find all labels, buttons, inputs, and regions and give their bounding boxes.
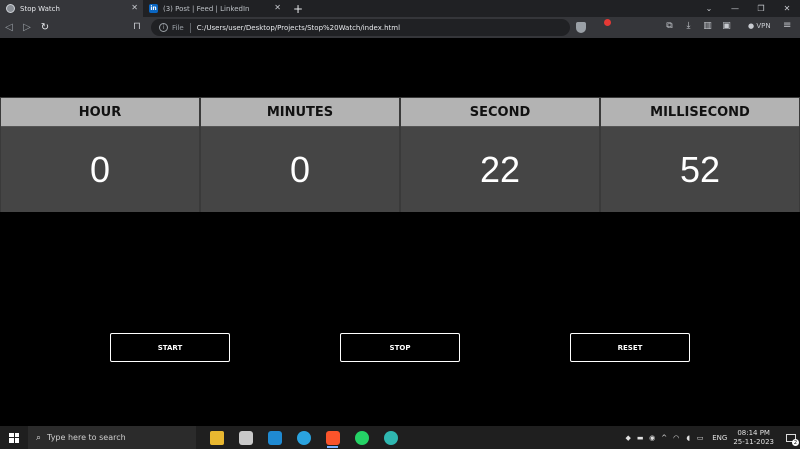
tab-search-icon[interactable]: ⌄ xyxy=(696,4,722,13)
page-content: HOUR 0 MINUTES 0 SECOND 22 MILLISECOND 5… xyxy=(0,38,800,426)
windows-logo-icon xyxy=(9,432,19,443)
extensions-icon[interactable]: ⧉ xyxy=(660,21,679,31)
bookmark-icon[interactable]: ⊓ xyxy=(133,21,141,32)
hour-value: 0 xyxy=(1,127,199,212)
close-tab-icon[interactable]: ✕ xyxy=(274,3,281,13)
tab-title: Stop Watch xyxy=(20,4,60,13)
tray-app-icon[interactable]: ◉ xyxy=(646,434,658,442)
info-icon[interactable]: i xyxy=(159,23,168,32)
stopwatch-display: HOUR 0 MINUTES 0 SECOND 22 MILLISECOND 5… xyxy=(0,97,800,212)
brave-rewards-icon[interactable] xyxy=(596,19,611,50)
tab-stop-watch[interactable]: Stop Watch ✕ xyxy=(0,0,143,17)
reset-button[interactable]: RESET xyxy=(570,333,690,362)
back-icon[interactable]: ◁ xyxy=(0,22,18,33)
minimize-icon[interactable]: — xyxy=(722,4,748,13)
minutes-value: 0 xyxy=(201,127,399,212)
clock-time: 08:14 PM xyxy=(737,428,770,437)
divider xyxy=(189,22,191,33)
language-indicator[interactable]: ENG xyxy=(712,434,727,442)
forward-icon[interactable]: ▷ xyxy=(18,22,36,33)
close-window-icon[interactable]: ✕ xyxy=(774,4,800,13)
millisecond-label: MILLISECOND xyxy=(601,98,799,127)
window-controls: ⌄ — ❐ ✕ xyxy=(696,0,800,17)
browser-tab-bar: Stop Watch ✕ in (3) Post | Feed | Linked… xyxy=(0,0,800,17)
sidebar-icon[interactable]: ▥ xyxy=(698,21,717,31)
second-label: SECOND xyxy=(401,98,599,127)
taskbar-search-box[interactable]: ⌕ Type here to search xyxy=(28,426,196,449)
edge-icon xyxy=(383,430,398,445)
notifications-button[interactable]: 2 xyxy=(782,426,800,449)
browser-toolbar: ◁ ▷ ↻ ⊓ i File C:/Users/user/Desktop/Pro… xyxy=(0,17,800,50)
brave-shield-icon[interactable] xyxy=(576,22,586,33)
second-panel: SECOND 22 xyxy=(400,97,600,212)
minutes-label: MINUTES xyxy=(201,98,399,127)
hour-panel: HOUR 0 xyxy=(0,97,200,212)
tray-app-icon[interactable]: ▬ xyxy=(634,434,646,442)
keyboard-icon[interactable]: ▭ xyxy=(694,434,706,442)
telegram-button[interactable] xyxy=(289,426,318,449)
menu-icon[interactable]: ≡ xyxy=(783,20,791,31)
volume-icon[interactable]: ◖ xyxy=(682,434,694,442)
wifi-icon[interactable]: ◠ xyxy=(670,434,682,442)
vpn-label: VPN xyxy=(756,22,771,30)
tab-linkedin[interactable]: in (3) Post | Feed | LinkedIn ✕ xyxy=(143,0,286,17)
close-tab-icon[interactable]: ✕ xyxy=(131,3,138,13)
system-tray: ◆ ▬ ◉ ^ ◠ ◖ ▭ ENG 08:14 PM 25-11-2023 2 xyxy=(622,426,800,449)
brave-icon xyxy=(325,430,340,445)
clock-date: 25-11-2023 xyxy=(733,437,774,446)
search-placeholder: Type here to search xyxy=(47,433,126,442)
wallet-icon[interactable]: ▣ xyxy=(717,21,736,31)
restore-icon[interactable]: ❐ xyxy=(748,4,774,13)
stop-button[interactable]: STOP xyxy=(340,333,460,362)
windows-taskbar: ⌕ Type here to search ◆ ▬ ◉ ^ ◠ ◖ ▭ ENG … xyxy=(0,426,800,449)
windows-start-button[interactable] xyxy=(0,426,28,449)
vscode-icon xyxy=(267,430,282,445)
show-hidden-icon[interactable]: ^ xyxy=(658,434,670,442)
taskbar-clock[interactable]: 08:14 PM 25-11-2023 xyxy=(733,429,774,447)
whatsapp-icon xyxy=(354,430,369,445)
start-button[interactable]: START xyxy=(110,333,230,362)
vpn-button[interactable]: ● VPN xyxy=(748,22,771,30)
folder-icon xyxy=(209,430,224,445)
search-icon: ⌕ xyxy=(36,432,42,443)
second-value: 22 xyxy=(401,127,599,212)
tray-app-icon[interactable]: ◆ xyxy=(622,434,634,442)
globe-icon xyxy=(6,4,15,13)
telegram-icon xyxy=(296,430,311,445)
whatsapp-button[interactable] xyxy=(347,426,376,449)
address-bar[interactable]: i File C:/Users/user/Desktop/Projects/St… xyxy=(151,19,570,36)
hour-label: HOUR xyxy=(1,98,199,127)
file-explorer-button[interactable] xyxy=(202,426,231,449)
screen: Stop Watch ✕ in (3) Post | Feed | Linked… xyxy=(0,0,800,449)
url-text[interactable]: C:/Users/user/Desktop/Projects/Stop%20Wa… xyxy=(197,24,400,32)
pinned-apps xyxy=(202,426,405,449)
millisecond-panel: MILLISECOND 52 xyxy=(600,97,800,212)
toolbar-icons: ⧉ ⤓ ▥ ▣ xyxy=(660,21,736,31)
new-tab-button[interactable]: + xyxy=(290,0,306,17)
brave-button[interactable] xyxy=(318,426,347,449)
file-manager-button[interactable] xyxy=(231,426,260,449)
minutes-panel: MINUTES 0 xyxy=(200,97,400,212)
vscode-button[interactable] xyxy=(260,426,289,449)
linkedin-icon: in xyxy=(149,4,158,13)
download-icon[interactable]: ⤓ xyxy=(679,21,698,31)
edge-button[interactable] xyxy=(376,426,405,449)
reload-icon[interactable]: ↻ xyxy=(36,22,54,33)
notification-count: 2 xyxy=(792,439,799,446)
tab-title: (3) Post | Feed | LinkedIn xyxy=(163,4,250,13)
files-icon xyxy=(238,430,253,445)
url-scheme: File xyxy=(172,23,184,32)
millisecond-value: 52 xyxy=(601,127,799,212)
